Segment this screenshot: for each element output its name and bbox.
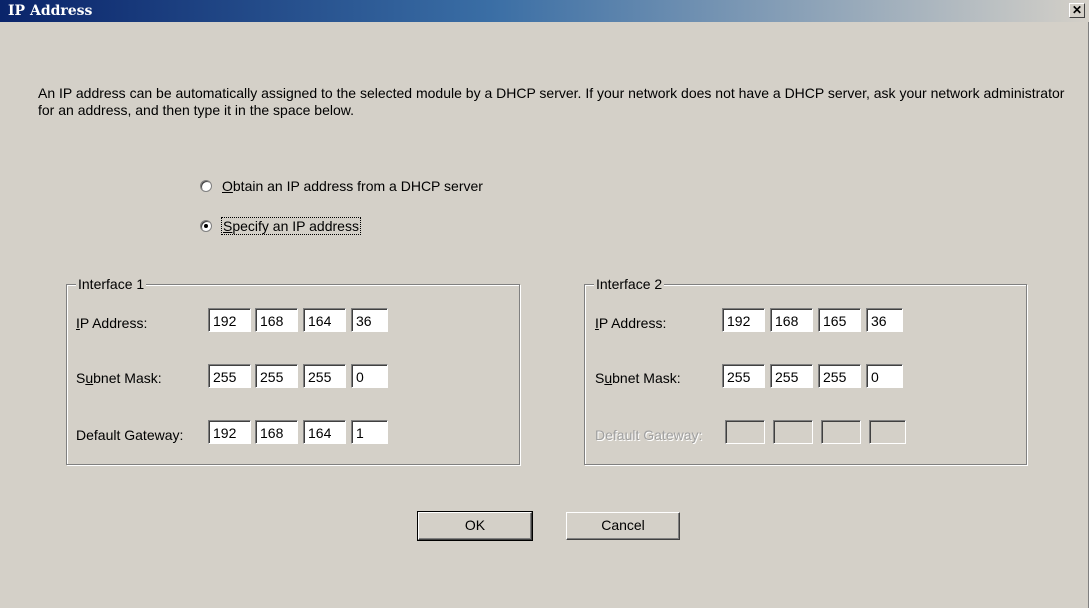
radio-dhcp-label[interactable]: Obtain an IP address from a DHCP server [222,178,483,194]
interface-2-ip-label: IP Address: [595,315,667,331]
radio-static-row[interactable]: Specify an IP address [200,217,361,235]
interface-2-mask-octet-4[interactable] [866,364,903,388]
intro-text: An IP address can be automatically assig… [38,85,1065,118]
title-bar[interactable]: IP Address ✕ [0,0,1089,22]
cancel-button[interactable]: Cancel [566,512,680,540]
interface-1-gateway-octet-2[interactable] [255,420,298,444]
interface-1-ip-octet-2[interactable] [255,308,298,332]
interface-1-mask-octet-3[interactable] [303,364,346,388]
close-icon: ✕ [1071,3,1083,17]
interface-2-mask-octet-3[interactable] [818,364,861,388]
interface-1-gateway-octet-3[interactable] [303,420,346,444]
interface-1-mask-octet-1[interactable] [208,364,251,388]
radio-dhcp-row[interactable]: Obtain an IP address from a DHCP server [200,178,483,194]
interface-1-ip-octet-4[interactable] [351,308,388,332]
interface-1-mask-octet-2[interactable] [255,364,298,388]
interface-2-ip-octet-3[interactable] [818,308,861,332]
interface-1-title: Interface 1 [76,276,147,292]
interface-2-mask-label: Subnet Mask: [595,370,681,386]
interface-1-ip-label: IP Address: [76,315,148,331]
window-title: IP Address [8,3,93,19]
ip-address-dialog: IP Address ✕ An IP address can be automa… [0,0,1089,608]
interface-1-gateway-octet-1[interactable] [208,420,251,444]
interface-2-gateway-label: Default Gateway: [595,427,703,443]
radio-static-label[interactable]: Specify an IP address [221,217,361,235]
interface-1-gateway-octet-4[interactable] [351,420,388,444]
interface-2-mask-octet-1[interactable] [722,364,765,388]
interface-1-gateway-label: Default Gateway: [76,427,184,443]
interface-1-ip-octet-1[interactable] [208,308,251,332]
interface-2-gateway-octet-2 [773,420,813,444]
interface-2-ip-octet-1[interactable] [722,308,765,332]
interface-1-mask-octet-4[interactable] [351,364,388,388]
radio-dhcp[interactable] [200,180,212,192]
close-button[interactable]: ✕ [1069,3,1085,18]
interface-2-ip-octet-4[interactable] [866,308,903,332]
interface-2-gateway-octet-3 [821,420,861,444]
interface-2-title: Interface 2 [594,276,665,292]
interface-2-ip-octet-2[interactable] [770,308,813,332]
interface-1-mask-label: Subnet Mask: [76,370,162,386]
interface-2-gateway-octet-1 [725,420,765,444]
interface-2-mask-octet-2[interactable] [770,364,813,388]
radio-static[interactable] [200,220,212,232]
interface-2-gateway-octet-4 [869,420,906,444]
ok-button[interactable]: OK [417,511,533,541]
interface-1-ip-octet-3[interactable] [303,308,346,332]
